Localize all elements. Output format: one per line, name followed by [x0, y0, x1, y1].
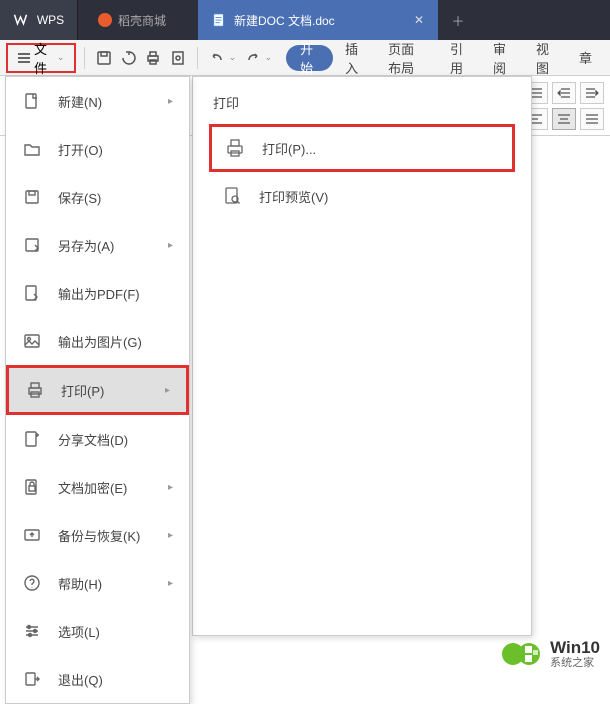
ribbon-tab-layout[interactable]: 页面布局: [376, 40, 438, 76]
hamburger-icon: [18, 53, 30, 63]
menu-item-label: 帮助(H): [58, 574, 102, 593]
align-center-button[interactable]: [552, 108, 576, 130]
toolbar-separator: [84, 47, 85, 69]
indent-decrease-button[interactable]: [552, 82, 576, 104]
menu-item-label: 打印(P): [61, 381, 104, 400]
submenu-title: 打印: [209, 93, 515, 112]
menu-item-label: 输出为PDF(F): [58, 284, 140, 303]
menu-item-options[interactable]: 选项(L): [6, 607, 189, 655]
ribbon-tab-reference[interactable]: 引用: [438, 40, 481, 76]
chevron-right-icon: ▸: [168, 482, 173, 493]
menu-item-label: 保存(S): [58, 188, 101, 207]
quick-toolbar: 文件 ⌄ ⌄ ⌄ 开始 插入 页面布局 引用 审阅 视图 章: [0, 40, 610, 76]
menu-item-label: 输出为图片(G): [58, 332, 142, 351]
chevron-right-icon: ▸: [168, 240, 173, 251]
document-tab-label: 新建DOC 文档.doc: [234, 12, 335, 29]
menu-item-label: 文档加密(E): [58, 478, 127, 497]
title-bar: WPS 稻壳商城 新建DOC 文档.doc ✕ ＋: [0, 0, 610, 40]
menu-item-exit[interactable]: 退出(Q): [6, 655, 189, 703]
chevron-right-icon: ▸: [165, 385, 170, 396]
menu-item-save[interactable]: 保存(S): [6, 173, 189, 221]
exit-icon: [22, 669, 42, 689]
menu-item-encrypt[interactable]: 文档加密(E) ▸: [6, 463, 189, 511]
saveas-icon: [22, 235, 42, 255]
undo-chevron-icon[interactable]: ⌄: [229, 52, 237, 63]
menu-item-label: 退出(Q): [58, 670, 103, 689]
save-icon[interactable]: [93, 45, 116, 71]
wps-home-tab[interactable]: WPS: [0, 0, 78, 40]
menu-item-label: 另存为(A): [58, 236, 114, 255]
new-tab-button[interactable]: ＋: [438, 0, 478, 40]
submenu-item-label: 打印预览(V): [259, 187, 328, 206]
docer-tab-label: 稻壳商城: [118, 12, 166, 29]
print-submenu: 打印 打印(P)... 打印预览(V): [192, 76, 532, 636]
print-icon: [25, 380, 45, 400]
chevron-right-icon: ▸: [168, 578, 173, 589]
ribbon-tab-insert[interactable]: 插入: [333, 40, 376, 76]
document-tab[interactable]: 新建DOC 文档.doc ✕: [198, 0, 438, 40]
align-justify-button[interactable]: [580, 108, 604, 130]
new-file-icon: [22, 91, 42, 111]
document-icon: [212, 13, 226, 27]
preview-icon[interactable]: [167, 45, 190, 71]
options-icon: [22, 621, 42, 641]
submenu-item-print[interactable]: 打印(P)...: [209, 124, 515, 172]
file-menu-dropdown: 新建(N) ▸ 打开(O) 保存(S) 另存为(A) ▸ 输出为PDF(F) 输…: [5, 76, 190, 704]
menu-item-print[interactable]: 打印(P) ▸: [6, 365, 189, 415]
menu-item-saveas[interactable]: 另存为(A) ▸: [6, 221, 189, 269]
menu-item-label: 分享文档(D): [58, 430, 128, 449]
menu-item-new[interactable]: 新建(N) ▸: [6, 77, 189, 125]
save-icon: [22, 187, 42, 207]
preview-icon: [221, 185, 243, 207]
ribbon-tab-section[interactable]: 章: [567, 40, 604, 76]
menu-item-exportpdf[interactable]: 输出为PDF(F): [6, 269, 189, 317]
chevron-down-icon: ⌄: [57, 52, 65, 63]
indent-increase-button[interactable]: [580, 82, 604, 104]
chevron-right-icon: ▸: [168, 530, 173, 541]
open-icon: [22, 139, 42, 159]
ribbon-tab-start[interactable]: 开始: [286, 45, 333, 71]
toolbar-separator: [197, 47, 198, 69]
image-icon: [22, 331, 42, 351]
backup-icon: [22, 525, 42, 545]
print-icon[interactable]: [142, 45, 165, 71]
menu-item-open[interactable]: 打开(O): [6, 125, 189, 173]
file-menu-button[interactable]: 文件 ⌄: [6, 43, 76, 73]
ribbon-tab-view[interactable]: 视图: [524, 40, 567, 76]
autosave-icon[interactable]: [118, 45, 141, 71]
wps-logo-icon: [13, 13, 31, 27]
menu-item-share[interactable]: 分享文档(D): [6, 415, 189, 463]
docer-icon: [98, 13, 112, 27]
file-button-label: 文件: [34, 39, 53, 77]
menu-item-exportimage[interactable]: 输出为图片(G): [6, 317, 189, 365]
submenu-item-label: 打印(P)...: [262, 139, 316, 158]
undo-icon[interactable]: [206, 45, 229, 71]
wps-tab-label: WPS: [37, 13, 64, 27]
menu-item-backup[interactable]: 备份与恢复(K) ▸: [6, 511, 189, 559]
redo-icon[interactable]: [242, 45, 265, 71]
menu-item-label: 新建(N): [58, 92, 102, 111]
redo-chevron-icon[interactable]: ⌄: [265, 52, 273, 63]
ribbon-tabs: 开始 插入 页面布局 引用 审阅 视图 章: [286, 40, 604, 76]
menu-item-label: 选项(L): [58, 622, 100, 641]
print-icon: [224, 137, 246, 159]
menu-item-help[interactable]: 帮助(H) ▸: [6, 559, 189, 607]
close-tab-icon[interactable]: ✕: [414, 13, 424, 27]
submenu-item-preview[interactable]: 打印预览(V): [209, 172, 515, 220]
watermark-title: Win10: [550, 639, 600, 658]
pdf-icon: [22, 283, 42, 303]
menu-item-label: 备份与恢复(K): [58, 526, 140, 545]
lock-icon: [22, 477, 42, 497]
watermark: Win10 系统之家: [500, 633, 600, 675]
docer-tab[interactable]: 稻壳商城: [78, 0, 186, 40]
menu-item-label: 打开(O): [58, 140, 103, 159]
help-icon: [22, 573, 42, 593]
ribbon-tab-review[interactable]: 审阅: [481, 40, 524, 76]
watermark-logo-icon: [500, 633, 542, 675]
watermark-subtitle: 系统之家: [550, 657, 600, 669]
chevron-right-icon: ▸: [168, 96, 173, 107]
share-icon: [22, 429, 42, 449]
